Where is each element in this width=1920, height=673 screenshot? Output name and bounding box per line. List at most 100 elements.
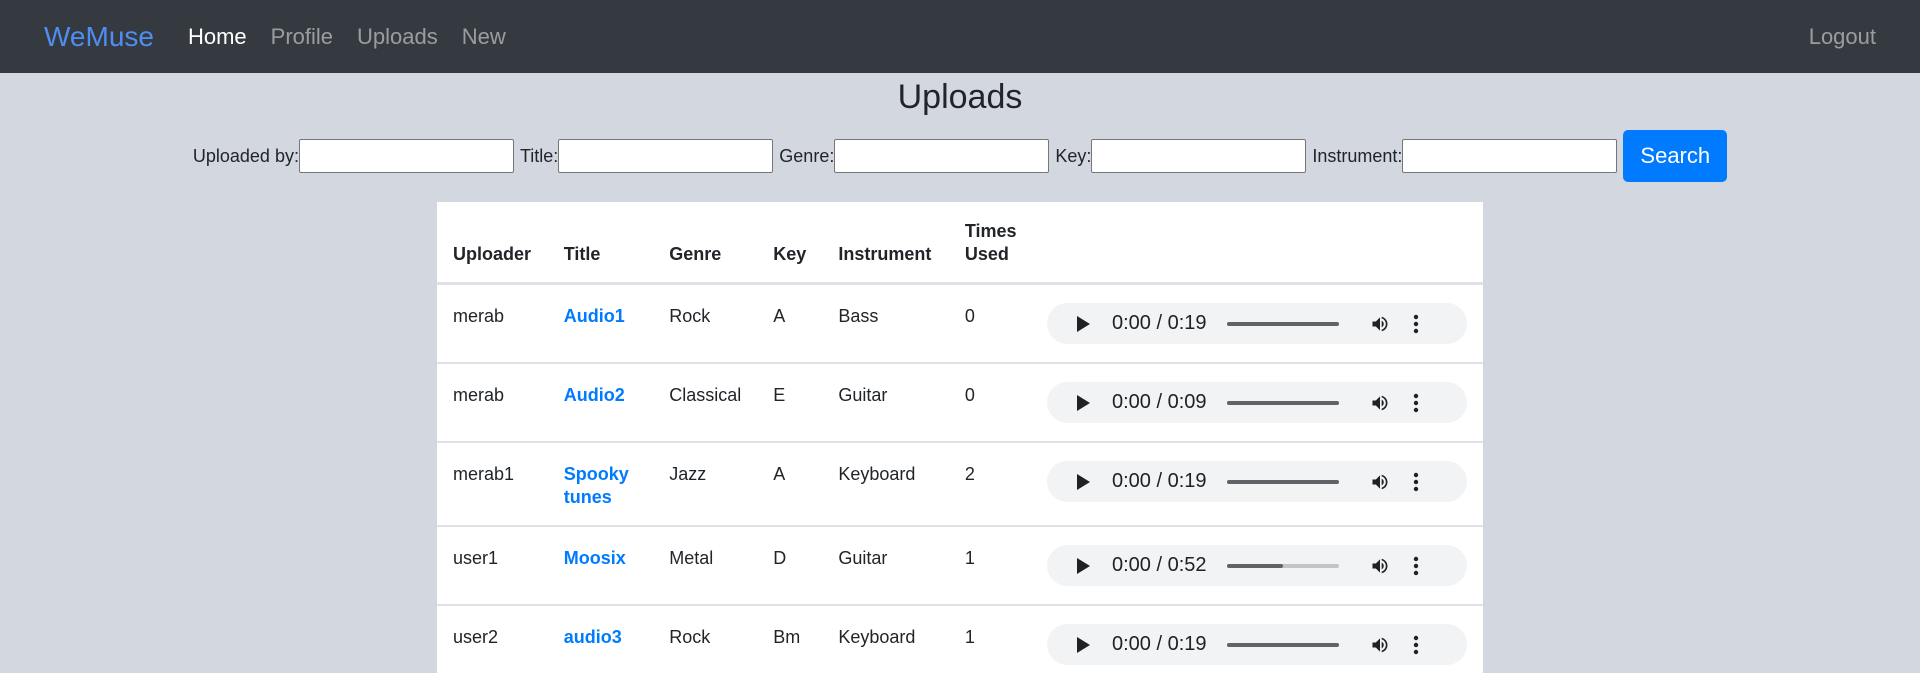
more-vert-icon[interactable] (1413, 556, 1419, 576)
page-title: Uploads (897, 78, 1023, 116)
audio-cell: 0:00 / 0:09 (1031, 363, 1483, 443)
instrument-cell: Bass (822, 283, 949, 364)
uploaded-by-input[interactable] (298, 139, 514, 173)
nav-home[interactable]: Home (188, 24, 247, 50)
key-input[interactable] (1091, 139, 1307, 173)
search-button[interactable]: Search (1623, 130, 1728, 182)
uploader-cell: user2 (437, 605, 548, 673)
key-cell: E (757, 363, 823, 443)
audio-player[interactable]: 0:00 / 0:52 (1047, 545, 1467, 586)
key-label: Key: (1055, 145, 1092, 166)
header-key: Key (757, 202, 823, 285)
audio-player[interactable]: 0:00 / 0:19 (1047, 624, 1467, 665)
volume-icon[interactable] (1369, 472, 1391, 492)
genre-cell: Rock (653, 605, 758, 673)
logout-link[interactable]: Logout (1809, 24, 1876, 50)
volume-icon[interactable] (1369, 635, 1391, 655)
time-display: 0:00 / 0:19 (1112, 633, 1207, 655)
progress-fill (1226, 642, 1339, 647)
audio-cell: 0:00 / 0:19 (1031, 283, 1483, 364)
volume-icon[interactable] (1369, 314, 1391, 334)
table-row: user1 Moosix Metal D Guitar 1 0:00 / 0:5… (437, 526, 1483, 606)
audio-player[interactable]: 0:00 / 0:19 (1047, 461, 1467, 502)
nav-uploads[interactable]: Uploads (357, 24, 438, 50)
play-icon[interactable] (1077, 315, 1090, 332)
brand-logo[interactable]: WeMuse (44, 21, 154, 53)
progress-fill (1226, 563, 1283, 568)
audio-cell: 0:00 / 0:19 (1031, 442, 1483, 527)
title-link[interactable]: Spooky tunes (564, 464, 629, 507)
table-row: merab Audio1 Rock A Bass 0 0:00 / 0:19 (437, 283, 1483, 364)
genre-label: Genre: (779, 145, 835, 166)
uploader-cell: merab1 (437, 442, 548, 527)
instrument-input[interactable] (1402, 139, 1618, 173)
genre-cell: Rock (653, 283, 758, 364)
key-cell: A (757, 442, 823, 527)
nav-new[interactable]: New (462, 24, 506, 50)
search-form: Uploaded by: Title: Genre: Key: Instrume… (0, 129, 1920, 183)
instrument-label: Instrument: (1312, 145, 1403, 166)
uploader-cell: merab (437, 363, 548, 443)
play-icon[interactable] (1077, 394, 1090, 411)
title-label: Title: (519, 145, 559, 166)
audio-player[interactable]: 0:00 / 0:19 (1047, 303, 1467, 344)
play-icon[interactable] (1077, 473, 1090, 490)
title-cell: Audio2 (547, 363, 654, 443)
volume-icon[interactable] (1369, 556, 1391, 576)
header-uploader: Uploader (437, 202, 548, 285)
header-genre: Genre (653, 202, 758, 285)
more-vert-icon[interactable] (1413, 393, 1419, 413)
progress-bar[interactable] (1226, 400, 1339, 405)
header-instrument: Instrument (822, 202, 949, 285)
progress-bar[interactable] (1226, 321, 1339, 326)
volume-icon[interactable] (1369, 393, 1391, 413)
table-header-row: Uploader Title Genre Key Instrument Time… (437, 202, 1483, 285)
table-row: merab1 Spooky tunes Jazz A Keyboard 2 0:… (437, 442, 1483, 527)
play-icon[interactable] (1077, 557, 1090, 574)
uploader-cell: merab (437, 283, 548, 364)
uploaded-by-label: Uploaded by: (192, 145, 299, 166)
time-display: 0:00 / 0:52 (1112, 554, 1207, 576)
progress-bar[interactable] (1226, 642, 1339, 647)
title-input[interactable] (558, 139, 774, 173)
genre-cell: Classical (653, 363, 758, 443)
key-cell: Bm (757, 605, 823, 673)
title-link[interactable]: Audio1 (564, 306, 625, 326)
genre-input[interactable] (834, 139, 1050, 173)
time-display: 0:00 / 0:19 (1112, 312, 1207, 334)
title-cell: audio3 (547, 605, 654, 673)
instrument-cell: Guitar (822, 526, 949, 606)
key-cell: A (757, 283, 823, 364)
instrument-cell: Keyboard (822, 605, 949, 673)
times-used-cell: 2 (948, 442, 1031, 527)
more-vert-icon[interactable] (1413, 635, 1419, 655)
title-link[interactable]: Moosix (564, 548, 626, 568)
table-row: user2 audio3 Rock Bm Keyboard 1 0:00 / 0… (437, 605, 1483, 673)
progress-fill (1226, 479, 1339, 484)
progress-fill (1226, 321, 1339, 326)
progress-fill (1226, 400, 1339, 405)
title-link[interactable]: Audio2 (564, 385, 625, 405)
play-icon[interactable] (1077, 636, 1090, 653)
instrument-cell: Guitar (822, 363, 949, 443)
table-row: merab Audio2 Classical E Guitar 0 0:00 /… (437, 363, 1483, 443)
times-used-cell: 0 (948, 363, 1031, 443)
progress-bar[interactable] (1226, 479, 1339, 484)
title-link[interactable]: audio3 (564, 627, 622, 647)
times-used-cell: 1 (948, 526, 1031, 606)
times-used-cell: 1 (948, 605, 1031, 673)
header-title: Title (547, 202, 654, 285)
nav-profile[interactable]: Profile (271, 24, 333, 50)
uploads-table: Uploader Title Genre Key Instrument Time… (437, 202, 1483, 673)
title-cell: Audio1 (547, 283, 654, 364)
header-times-used: Times Used (948, 202, 1031, 285)
times-used-cell: 0 (948, 283, 1031, 364)
audio-player[interactable]: 0:00 / 0:09 (1047, 382, 1467, 423)
more-vert-icon[interactable] (1413, 472, 1419, 492)
genre-cell: Metal (653, 526, 758, 606)
time-display: 0:00 / 0:09 (1112, 391, 1207, 413)
more-vert-icon[interactable] (1413, 314, 1419, 334)
progress-bar[interactable] (1226, 563, 1339, 568)
time-display: 0:00 / 0:19 (1112, 470, 1207, 492)
header-audio (1031, 202, 1483, 285)
